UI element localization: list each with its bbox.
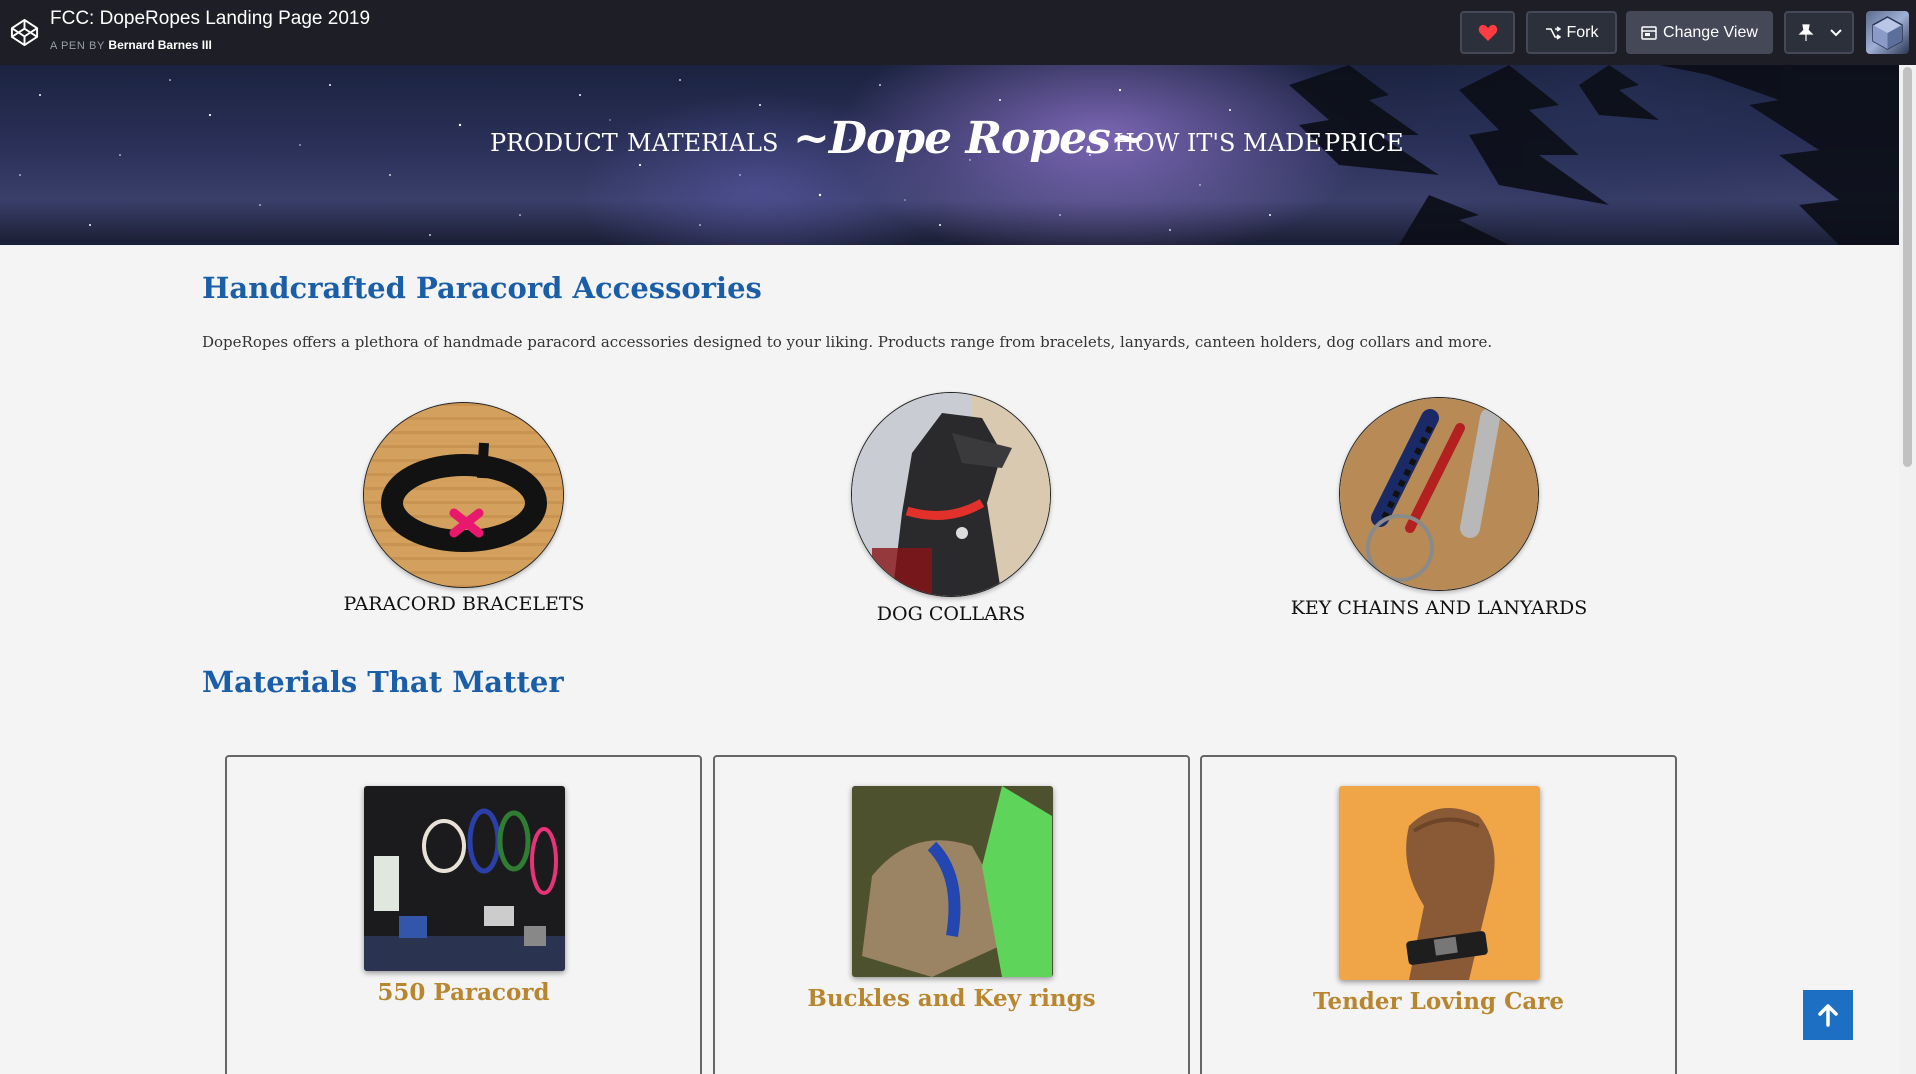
site-brand[interactable]: ~Dope Ropes~ <box>793 113 1147 164</box>
material-card-paracord: 550 Paracord <box>225 755 702 1074</box>
byline-prefix: A PEN BY <box>50 40 105 52</box>
nav-link-materials[interactable]: MATERIALS <box>627 129 778 157</box>
fork-icon <box>1545 25 1561 40</box>
hero-banner: PRODUCT MATERIALS ~Dope Ropes~ HOW IT'S … <box>0 65 1899 245</box>
nav-link-how-its-made[interactable]: HOW IT'S MADE <box>1114 129 1322 157</box>
preview-scrollbar[interactable] <box>1899 65 1916 1074</box>
product-label-dog-collars: DOG COLLARS <box>876 603 1026 625</box>
main-nav: PRODUCT MATERIALS ~Dope Ropes~ HOW IT'S … <box>0 65 1899 245</box>
products-intro: DopeRopes offers a plethora of handmade … <box>202 333 1493 351</box>
keychain-photo <box>1339 397 1539 591</box>
chevron-down-icon <box>1830 28 1842 36</box>
change-view-button[interactable]: Change View <box>1626 11 1773 54</box>
dog-green-harness-photo <box>852 786 1053 977</box>
arrow-up-icon <box>1818 1004 1838 1027</box>
bracelet-photo <box>363 402 564 588</box>
material-card-care: Tender Loving Care <box>1200 755 1677 1074</box>
pin-icon <box>1798 23 1814 41</box>
products-heading: Handcrafted Paracord Accessories <box>202 271 762 305</box>
material-card-buckles: Buckles and Key rings <box>713 755 1190 1074</box>
codepen-logo-icon[interactable] <box>9 17 40 48</box>
pen-author-link[interactable]: Bernard Barnes III <box>108 38 211 52</box>
codepen-header: FCC: DopeRopes Landing Page 2019 A PEN B… <box>0 0 1916 65</box>
pin-dropdown-button[interactable] <box>1784 11 1854 54</box>
pen-byline: A PEN BY Bernard Barnes III <box>50 38 212 52</box>
materials-heading: Materials That Matter <box>202 665 564 699</box>
scroll-to-top-button[interactable] <box>1803 990 1853 1040</box>
pen-title: FCC: DopeRopes Landing Page 2019 <box>50 8 371 29</box>
card-title-buckles: Buckles and Key rings <box>807 985 1096 1012</box>
heart-icon <box>1478 24 1497 41</box>
love-button[interactable] <box>1460 11 1515 54</box>
nav-link-price[interactable]: PRICE <box>1324 129 1404 157</box>
dog-collar-photo <box>851 392 1051 597</box>
scrollbar-thumb[interactable] <box>1903 67 1912 467</box>
avatar-cube-icon <box>1872 16 1903 50</box>
layout-icon <box>1641 25 1657 40</box>
card-title-paracord: 550 Paracord <box>377 979 550 1006</box>
card-title-care: Tender Loving Care <box>1312 988 1565 1015</box>
fork-label: Fork <box>1566 23 1599 41</box>
pen-preview: PRODUCT MATERIALS ~Dope Ropes~ HOW IT'S … <box>0 65 1916 1074</box>
change-view-label: Change View <box>1663 23 1758 41</box>
wrist-bracelet-photo <box>1339 786 1540 980</box>
nav-link-product[interactable]: PRODUCT <box>490 129 618 157</box>
product-label-bracelets: PARACORD BRACELETS <box>343 593 585 615</box>
user-avatar[interactable] <box>1866 11 1909 54</box>
fork-button[interactable]: Fork <box>1526 11 1617 54</box>
paracord-spools-photo <box>364 786 565 971</box>
product-label-keychains: KEY CHAINS AND LANYARDS <box>1290 597 1588 619</box>
